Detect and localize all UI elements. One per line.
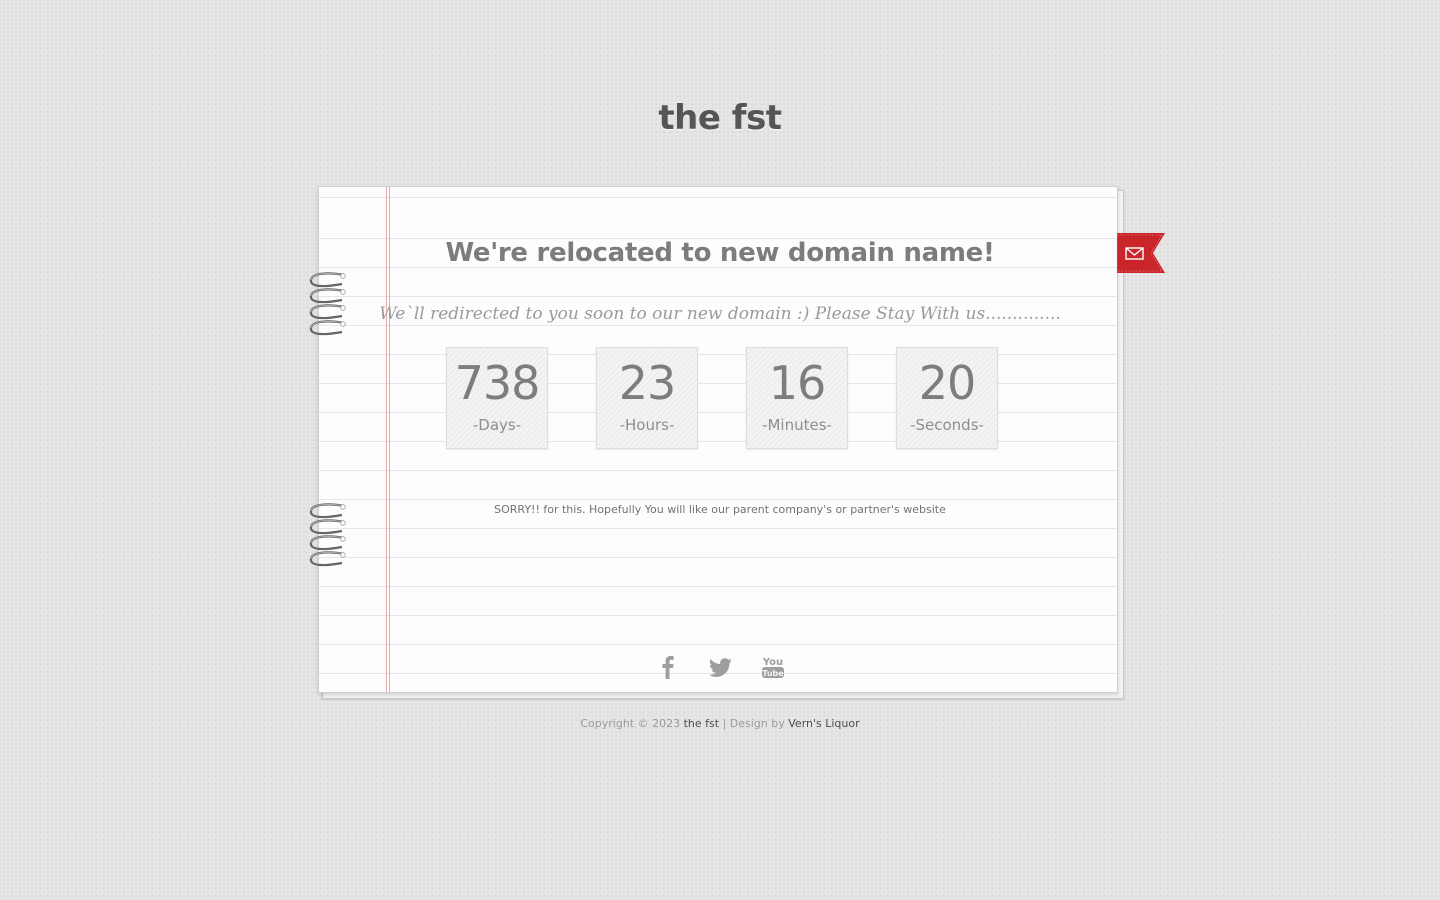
apology-text: SORRY!! for this. Hopefully You will lik…	[494, 503, 946, 516]
svg-text:Tube: Tube	[762, 669, 784, 678]
countdown-value: 23	[618, 356, 677, 410]
footer: Copyright © 2023 the fst | Design by Ver…	[0, 717, 1440, 730]
designer-link[interactable]: Vern's Liquor	[788, 717, 859, 730]
facebook-icon[interactable]	[653, 652, 683, 682]
countdown-value: 738	[454, 356, 541, 410]
svg-text:You: You	[762, 657, 783, 668]
design-credit-text: | Design by	[722, 717, 785, 730]
spiral-ring-icon	[308, 551, 346, 567]
youtube-icon[interactable]: You Tube	[758, 652, 788, 682]
copyright-text: Copyright © 2023	[580, 717, 681, 730]
countdown-value: 20	[918, 356, 977, 410]
redirect-notice: We`ll redirected to you soon to our new …	[379, 304, 1061, 324]
contact-ribbon-button[interactable]	[1117, 233, 1169, 273]
countdown-timer: 738 -Days- 23 -Hours- 16 -Minutes- 20 -S…	[446, 347, 998, 449]
countdown-label: -Minutes-	[762, 416, 832, 434]
countdown-label: -Hours-	[619, 416, 675, 434]
countdown-value: 16	[768, 356, 827, 410]
countdown-label: -Seconds-	[910, 416, 984, 434]
social-links: You Tube	[0, 652, 1440, 682]
relocation-headline: We're relocated to new domain name!	[445, 238, 995, 268]
spiral-ring-icon	[308, 272, 346, 288]
site-home-link[interactable]: the fst	[684, 717, 719, 730]
countdown-days: 738 -Days-	[446, 347, 548, 449]
countdown-hours: 23 -Hours-	[596, 347, 698, 449]
site-title: the fst	[658, 98, 782, 138]
countdown-minutes: 16 -Minutes-	[746, 347, 848, 449]
spiral-ring-icon	[308, 288, 346, 304]
countdown-seconds: 20 -Seconds-	[896, 347, 998, 449]
countdown-label: -Days-	[472, 416, 522, 434]
spiral-ring-icon	[308, 519, 346, 535]
spiral-ring-icon	[308, 535, 346, 551]
twitter-icon[interactable]	[705, 652, 735, 682]
